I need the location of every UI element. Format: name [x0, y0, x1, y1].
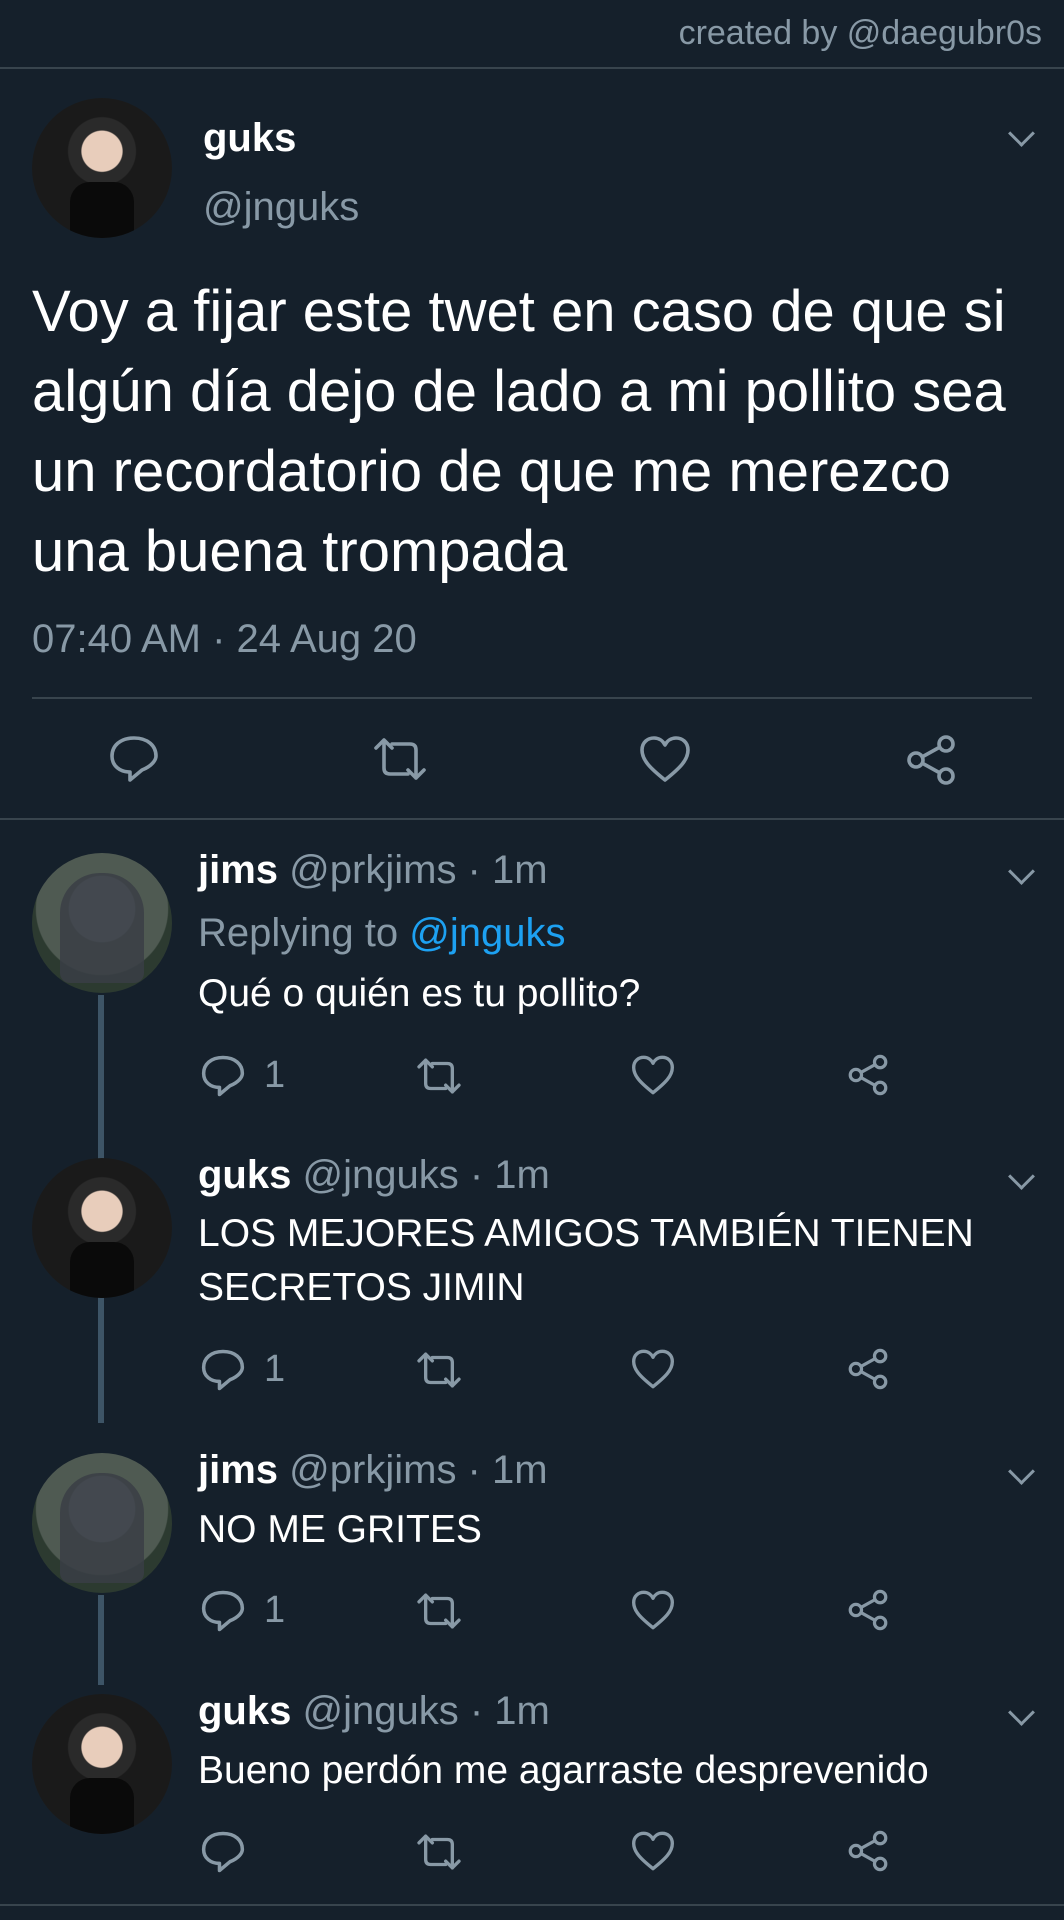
- share-icon[interactable]: [904, 734, 958, 786]
- reply-header: guks @jnguks · 1m: [198, 1153, 550, 1198]
- like-icon[interactable]: [630, 1054, 676, 1096]
- retweet-icon[interactable]: [414, 1056, 464, 1096]
- chevron-down-icon[interactable]: [1008, 1458, 1035, 1485]
- replying-to-link[interactable]: @jnguks: [409, 911, 565, 955]
- tweet-timestamp: 07:40 AM · 24 Aug 20: [32, 617, 417, 661]
- author-name[interactable]: jims: [198, 848, 278, 892]
- retweet-icon[interactable]: [370, 736, 430, 782]
- main-divider: [0, 818, 1064, 820]
- reply-icon[interactable]: [200, 1054, 246, 1098]
- share-icon[interactable]: [846, 1054, 890, 1096]
- author-meta: @prkjims · 1m: [289, 848, 548, 892]
- author-meta: @prkjims · 1m: [289, 1448, 548, 1492]
- avatar[interactable]: [32, 853, 172, 993]
- avatar[interactable]: [32, 1158, 172, 1298]
- chevron-down-icon[interactable]: [1008, 858, 1035, 885]
- like-icon[interactable]: [630, 1830, 676, 1872]
- reply-icon[interactable]: [200, 1830, 246, 1874]
- reply-header: jims @prkjims · 1m: [198, 848, 548, 893]
- avatar[interactable]: [32, 98, 172, 238]
- reply-icon[interactable]: [200, 1589, 246, 1633]
- thread-line: [98, 1595, 104, 1685]
- reply-text: LOS MEJORES AMIGOS TAMBIÉN TIENEN SECRET…: [198, 1212, 974, 1309]
- chevron-down-icon[interactable]: [1008, 1699, 1035, 1726]
- bottom-divider: [0, 1904, 1064, 1906]
- thread-line: [98, 1300, 104, 1423]
- author-name[interactable]: guks: [198, 1153, 291, 1197]
- share-icon[interactable]: [846, 1830, 890, 1872]
- reply-text: NO ME GRITES: [198, 1508, 482, 1551]
- share-icon[interactable]: [846, 1589, 890, 1631]
- top-divider: [0, 67, 1064, 69]
- reply-header: guks @jnguks · 1m: [198, 1689, 550, 1734]
- replying-to: Replying to @jnguks: [198, 911, 565, 956]
- avatar[interactable]: [32, 1694, 172, 1834]
- author-meta: @jnguks · 1m: [302, 1689, 550, 1733]
- like-icon[interactable]: [638, 734, 692, 784]
- like-icon[interactable]: [630, 1348, 676, 1390]
- reply-header: jims @prkjims · 1m: [198, 1448, 548, 1493]
- like-icon[interactable]: [630, 1589, 676, 1631]
- share-icon[interactable]: [846, 1348, 890, 1390]
- author-handle[interactable]: @jnguks: [203, 185, 359, 230]
- chevron-down-icon[interactable]: [1008, 120, 1035, 147]
- author-meta: @jnguks · 1m: [302, 1153, 550, 1197]
- reply-icon[interactable]: [200, 1348, 246, 1392]
- reply-text: Qué o quién es tu pollito?: [198, 972, 641, 1015]
- replying-prefix: Replying to: [198, 911, 410, 955]
- action-divider: [32, 697, 1032, 699]
- retweet-icon[interactable]: [414, 1591, 464, 1631]
- author-name[interactable]: jims: [198, 1448, 278, 1492]
- reply-count: 1: [264, 1054, 286, 1096]
- reply-count: 1: [264, 1589, 286, 1631]
- credit-text: created by @daegubr0s: [678, 14, 1042, 52]
- chevron-down-icon[interactable]: [1008, 1163, 1035, 1190]
- avatar[interactable]: [32, 1453, 172, 1593]
- author-name[interactable]: guks: [198, 1689, 291, 1733]
- reply-icon[interactable]: [108, 734, 160, 784]
- retweet-icon[interactable]: [414, 1350, 464, 1390]
- author-name[interactable]: guks: [203, 116, 296, 161]
- tweet-text: Voy a fijar este twet en caso de que si …: [32, 279, 1006, 584]
- reply-text: Bueno perdón me agarraste desprevenido: [198, 1749, 929, 1792]
- reply-count: 1: [264, 1348, 286, 1390]
- retweet-icon[interactable]: [414, 1832, 464, 1872]
